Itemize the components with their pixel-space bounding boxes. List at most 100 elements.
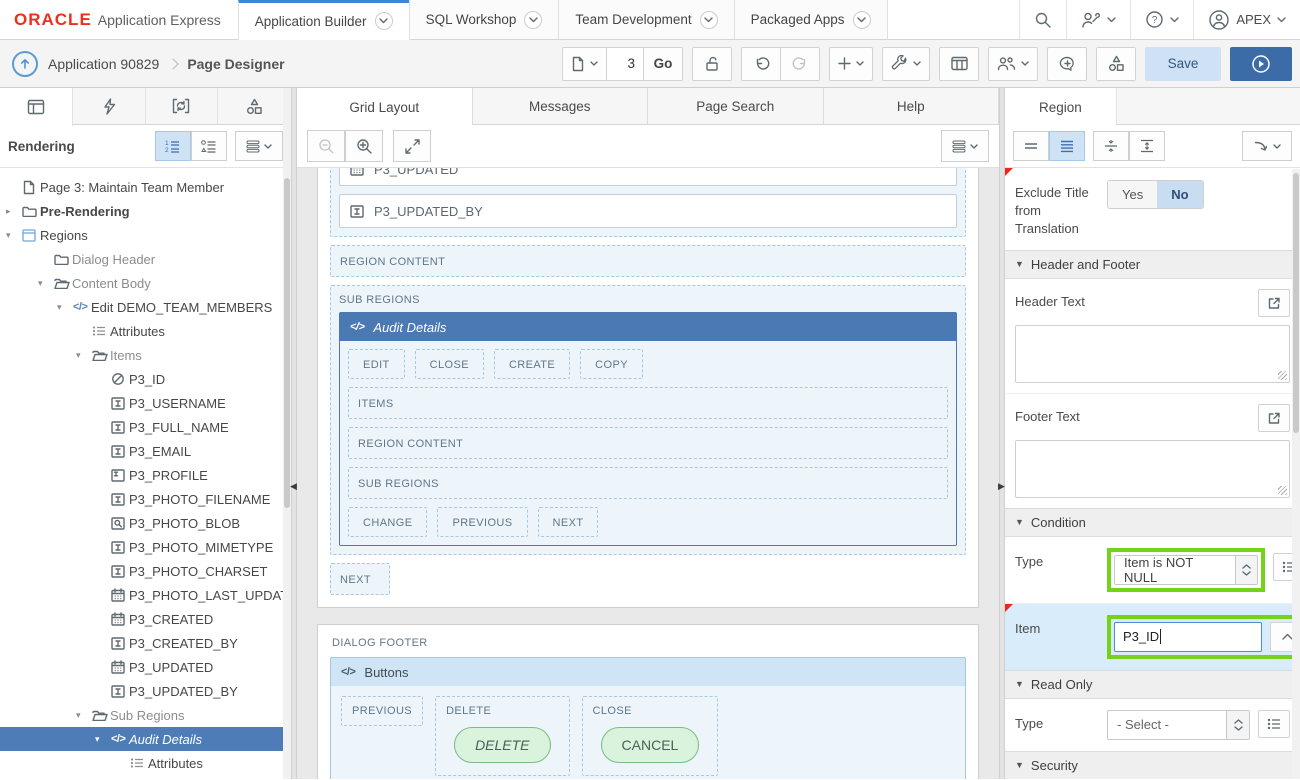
- yes-option[interactable]: Yes: [1108, 181, 1158, 208]
- quick-pick-list-button[interactable]: [1258, 709, 1290, 738]
- collapse-sections-button[interactable]: [1093, 131, 1129, 161]
- open-in-dialog-button[interactable]: [1258, 403, 1290, 432]
- button-slot-edit[interactable]: EDIT: [348, 349, 405, 379]
- layout-slot-region-content[interactable]: REGION CONTENT: [348, 427, 948, 459]
- page-selector-button[interactable]: [562, 46, 607, 81]
- button-slot-next[interactable]: NEXT: [537, 507, 599, 537]
- collapse-all-groups-button[interactable]: [1013, 131, 1049, 161]
- audit-details-header[interactable]: </> Audit Details: [340, 313, 956, 341]
- breadcrumb-application[interactable]: Application 90829: [48, 56, 159, 72]
- expander-icon[interactable]: ▾: [6, 230, 22, 241]
- left-panel-scrollbar[interactable]: [283, 88, 291, 779]
- add-comment-button[interactable]: [1047, 46, 1087, 81]
- region-content-slot[interactable]: REGION CONTENT: [330, 245, 966, 277]
- tree-item-items[interactable]: ▾ Items: [0, 343, 291, 367]
- cancel-button[interactable]: CANCEL: [600, 727, 700, 763]
- tree-item-audit-details[interactable]: ▾ </> Audit Details: [0, 727, 291, 751]
- section-header-and-footer[interactable]: ▼ Header and Footer: [1005, 249, 1300, 279]
- buttons-region[interactable]: </> Buttons PREVIOUS DELETE DELETE CLOSE CAN…: [330, 657, 966, 779]
- tree-item-attributes[interactable]: Attributes: [0, 751, 291, 775]
- order-by-component-type-toggle[interactable]: [191, 131, 227, 161]
- chevron-down-icon[interactable]: [852, 10, 871, 29]
- tree-item-sub-regions[interactable]: ▾ Sub Regions: [0, 703, 291, 727]
- tree-item-edit-demo-team-members[interactable]: ▾ </> Edit DEMO_TEAM_MEMBERS: [0, 295, 291, 319]
- tree-item-p3-photo-charset[interactable]: P3_PHOTO_CHARSET: [0, 559, 291, 583]
- expand-sections-button[interactable]: [1129, 131, 1165, 161]
- collapse-right-icon[interactable]: ▶: [998, 481, 1005, 492]
- tree-item-p3-photo-last-updated[interactable]: P3_PHOTO_LAST_UPDATED: [0, 583, 291, 607]
- layout-slot-items[interactable]: ITEMS: [348, 387, 948, 419]
- team-menu-button[interactable]: [988, 46, 1038, 81]
- footer-text-textarea[interactable]: [1015, 439, 1290, 498]
- tree-item-dialog-header[interactable]: Dialog Header: [0, 247, 291, 271]
- order-by-processing-toggle[interactable]: 12: [155, 131, 191, 161]
- expand-all-button[interactable]: [393, 130, 431, 162]
- tree-item-p3-email[interactable]: P3_EMAIL: [0, 439, 291, 463]
- tab-page-shared-components[interactable]: [218, 88, 291, 124]
- page-number-input[interactable]: 3: [606, 46, 644, 81]
- tree-item-attributes[interactable]: Attributes: [0, 319, 291, 343]
- button-slot-change[interactable]: CHANGE: [348, 507, 428, 537]
- tree-item-p3-created-by[interactable]: P3_CREATED_BY: [0, 631, 291, 655]
- tree-item-p3-photo-blob[interactable]: P3_PHOTO_BLOB: [0, 511, 291, 535]
- tab-messages[interactable]: Messages: [472, 88, 648, 124]
- tab-application-builder[interactable]: Application Builder: [237, 0, 410, 40]
- go-up-button[interactable]: [12, 50, 38, 77]
- run-page-button[interactable]: [1230, 46, 1292, 81]
- tree-item-page-3-maintain-team-member[interactable]: Page 3: Maintain Team Member: [0, 175, 291, 199]
- buttons-region-header[interactable]: </> Buttons: [331, 658, 965, 686]
- tab-region-properties[interactable]: Region: [1005, 88, 1117, 126]
- chevron-down-icon[interactable]: [374, 12, 393, 30]
- button-slot-copy[interactable]: COPY: [580, 349, 643, 379]
- no-option[interactable]: No: [1157, 181, 1203, 208]
- chevron-down-icon[interactable]: [699, 10, 718, 29]
- tab-grid-layout[interactable]: Grid Layout: [297, 88, 473, 126]
- right-panel-scrollbar[interactable]: [1292, 169, 1300, 779]
- tree-item-regions[interactable]: ▾ Regions: [0, 223, 291, 247]
- open-in-dialog-button[interactable]: [1258, 288, 1290, 317]
- go-to-component-button[interactable]: [1242, 131, 1292, 161]
- header-text-textarea[interactable]: [1015, 324, 1290, 383]
- button-slot-close[interactable]: CLOSE: [414, 349, 484, 379]
- tree-item-p3-photo-mimetype[interactable]: P3_PHOTO_MIMETYPE: [0, 535, 291, 559]
- button-slot-previous[interactable]: PREVIOUS: [437, 507, 528, 537]
- expander-icon[interactable]: ▾: [76, 710, 92, 721]
- layout-slot-sub-regions[interactable]: SUB REGIONS: [348, 467, 948, 499]
- section-read-only[interactable]: ▼ Read Only: [1005, 669, 1300, 699]
- lock-page-button[interactable]: [692, 46, 732, 81]
- select-spinner[interactable]: [1234, 555, 1257, 584]
- condition-type-select[interactable]: Item is NOT NULL: [1114, 554, 1258, 585]
- button-position-previous[interactable]: PREVIOUS: [341, 696, 424, 726]
- user-menu-button[interactable]: APEX: [1193, 0, 1300, 39]
- condition-item-input[interactable]: P3_ID: [1114, 621, 1262, 652]
- grid-item-p3-updated[interactable]: P3_UPDATED: [339, 168, 957, 186]
- expander-icon[interactable]: ▾: [38, 278, 54, 289]
- layout-menu-button[interactable]: [941, 130, 989, 162]
- button-position-delete[interactable]: DELETE DELETE: [435, 696, 570, 776]
- tree-item-p3-full-name[interactable]: P3_FULL_NAME: [0, 415, 291, 439]
- tree-item-p3-updated[interactable]: P3_UPDATED: [0, 655, 291, 679]
- tab-processing[interactable]: [146, 88, 219, 124]
- next-slot[interactable]: NEXT: [330, 563, 390, 595]
- layout-columns-button[interactable]: [939, 46, 979, 81]
- chevron-down-icon[interactable]: [524, 10, 543, 29]
- left-splitter[interactable]: ◀: [290, 88, 297, 779]
- section-security[interactable]: ▼ Security: [1005, 750, 1300, 779]
- create-menu-button[interactable]: [829, 46, 873, 81]
- expander-icon[interactable]: ▾: [57, 302, 73, 313]
- go-button[interactable]: Go: [643, 46, 683, 81]
- shared-components-button[interactable]: [1096, 46, 1136, 81]
- section-condition[interactable]: ▼ Condition: [1005, 507, 1300, 537]
- tree-item-p3-created[interactable]: P3_CREATED: [0, 607, 291, 631]
- tree-item-p3-updated-by[interactable]: P3_UPDATED_BY: [0, 679, 291, 703]
- delete-button[interactable]: DELETE: [454, 727, 551, 763]
- administration-menu-button[interactable]: [1066, 0, 1130, 39]
- redo-button[interactable]: [780, 46, 820, 81]
- tree-item-p3-photo-filename[interactable]: P3_PHOTO_FILENAME: [0, 487, 291, 511]
- zoom-in-button[interactable]: [345, 130, 383, 162]
- tab-page-search[interactable]: Page Search: [648, 88, 824, 124]
- expander-icon[interactable]: ▸: [6, 206, 22, 217]
- tree-item-content-body[interactable]: ▾ Content Body: [0, 271, 291, 295]
- tree-item-p3-id[interactable]: P3_ID: [0, 367, 291, 391]
- tab-sql-workshop[interactable]: SQL Workshop: [408, 0, 560, 39]
